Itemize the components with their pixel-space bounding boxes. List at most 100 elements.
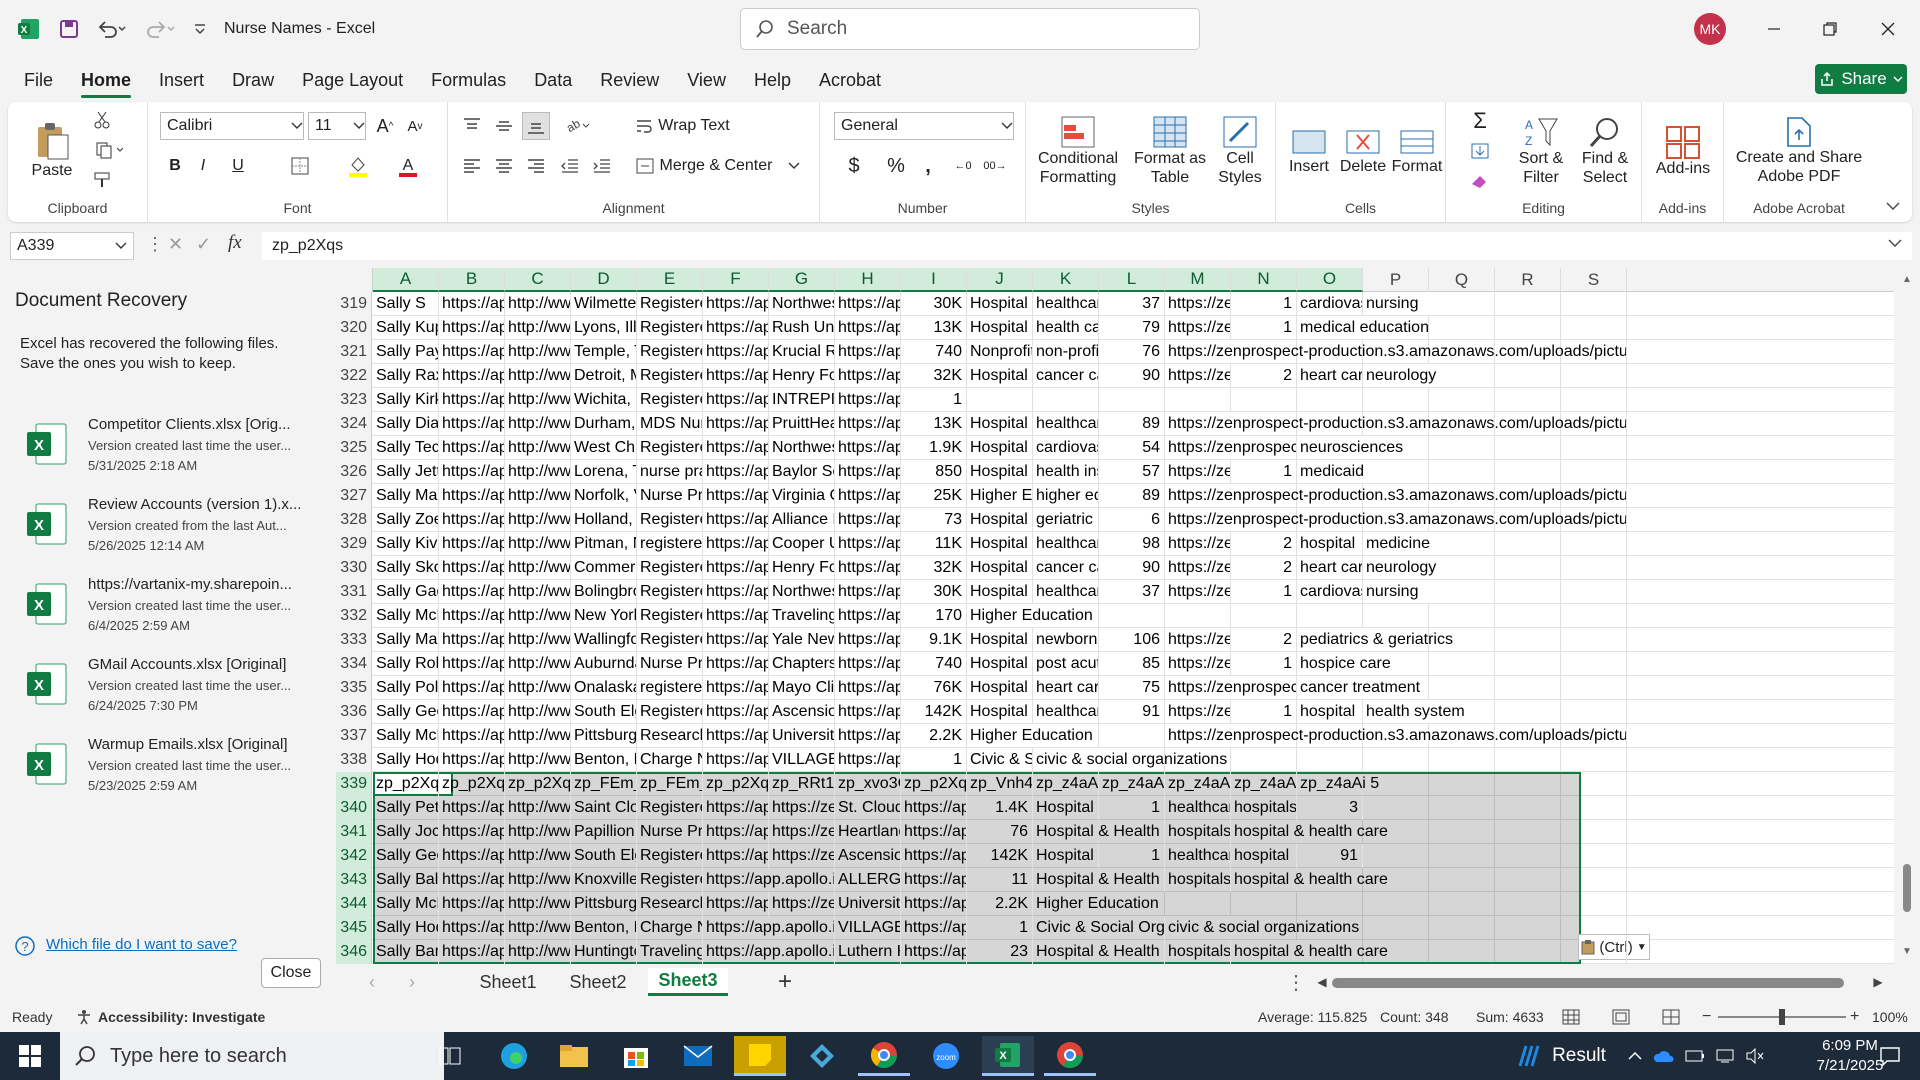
cell-h333[interactable]: https://ap	[835, 628, 901, 652]
cell-g321[interactable]: Krucial Ra	[769, 340, 835, 364]
cell-m330[interactable]: https://zer	[1165, 556, 1231, 580]
cell-h338[interactable]: https://ap	[835, 748, 901, 772]
cell-r323[interactable]	[1495, 388, 1561, 412]
cell-c332[interactable]: http://ww	[505, 604, 571, 628]
cell-a340[interactable]: Sally Petro	[373, 796, 439, 820]
cell-d328[interactable]: Holland, M	[571, 508, 637, 532]
cell-g328[interactable]: Alliance He	[769, 508, 835, 532]
mail-icon[interactable]	[672, 1036, 724, 1076]
cell-m340[interactable]: healthcare	[1165, 796, 1231, 820]
find-select-button[interactable]: Find & Select	[1572, 106, 1638, 196]
cell-e340[interactable]: Registered	[637, 796, 703, 820]
app-icon[interactable]	[796, 1036, 848, 1076]
cell-g336[interactable]: Ascension	[769, 700, 835, 724]
cell-p322[interactable]: neurology	[1363, 364, 1627, 388]
cell-f326[interactable]: https://ap	[703, 460, 769, 484]
cell-a332[interactable]: Sally McKi	[373, 604, 439, 628]
vertical-scrollbar[interactable]: ▲ ▼	[1894, 268, 1920, 964]
cell-g320[interactable]: Rush Unive	[769, 316, 835, 340]
cell-a329[interactable]: Sally Kivilis	[373, 532, 439, 556]
cell-a322[interactable]: Sally Raxte	[373, 364, 439, 388]
store-icon[interactable]	[610, 1036, 662, 1076]
cell-j320[interactable]: Hospital &	[967, 316, 1033, 340]
cell-d346[interactable]: Huntingtor	[571, 940, 637, 964]
row-number[interactable]: 324	[336, 412, 372, 436]
row-number[interactable]: 334	[336, 652, 372, 676]
cell-h320[interactable]: https://ap	[835, 316, 901, 340]
cell-a324[interactable]: Sally Diallo	[373, 412, 439, 436]
cell-f338[interactable]: https://ap	[703, 748, 769, 772]
cell-f335[interactable]: https://ap	[703, 676, 769, 700]
cell-j323[interactable]	[967, 388, 1033, 412]
accessibility-status[interactable]: Accessibility: Investigate	[76, 1002, 265, 1032]
cell-k340[interactable]: Hospital &	[1033, 796, 1099, 820]
cell-e332[interactable]: Registered	[637, 604, 703, 628]
sticky-notes-icon[interactable]	[734, 1036, 786, 1076]
file-explorer-icon[interactable]	[548, 1036, 600, 1076]
column-header-r[interactable]: R	[1495, 268, 1561, 292]
restore-icon[interactable]	[1808, 14, 1852, 44]
more-options-icon[interactable]: ⋮	[1286, 968, 1306, 996]
cell-a323[interactable]: Sally Kirk	[373, 388, 439, 412]
cell-m329[interactable]: https://zer	[1165, 532, 1231, 556]
cell-g337[interactable]: University	[769, 724, 835, 748]
cell-h328[interactable]: https://ap	[835, 508, 901, 532]
sheet-tab-sheet1[interactable]: Sheet1	[468, 968, 548, 996]
cell-g335[interactable]: Mayo Clini	[769, 676, 835, 700]
cell-e327[interactable]: Nurse Prac	[637, 484, 703, 508]
cell-e338[interactable]: Charge Nu	[637, 748, 703, 772]
cell-o323[interactable]	[1297, 388, 1363, 412]
cell-b342[interactable]: https://ap	[439, 844, 505, 868]
cell-c323[interactable]: http://ww	[505, 388, 571, 412]
cell-d345[interactable]: Benton, Lo	[571, 916, 637, 940]
cell-h323[interactable]: https://ap	[835, 388, 901, 412]
cell-l335[interactable]: 75	[1099, 676, 1165, 700]
cell-c329[interactable]: http://ww	[505, 532, 571, 556]
cell-j324[interactable]: Hospital &	[967, 412, 1033, 436]
cell-k323[interactable]	[1033, 388, 1099, 412]
cell-h331[interactable]: https://ap	[835, 580, 901, 604]
cell-o340[interactable]: 3	[1297, 796, 1363, 820]
battery-icon[interactable]	[1680, 1036, 1710, 1076]
cell-c331[interactable]: http://ww	[505, 580, 571, 604]
tab-home[interactable]: Home	[67, 60, 145, 100]
column-header-c[interactable]: C	[505, 268, 571, 292]
cell-d324[interactable]: Durham, N	[571, 412, 637, 436]
row-number[interactable]: 335	[336, 676, 372, 700]
cell-g340[interactable]: https://zer	[769, 796, 835, 820]
row-number[interactable]: 343	[336, 868, 372, 892]
column-header-i[interactable]: I	[901, 268, 967, 292]
cell-h330[interactable]: https://ap	[835, 556, 901, 580]
tab-data[interactable]: Data	[520, 60, 586, 100]
more-options-icon[interactable]: ⋮	[146, 234, 164, 255]
create-share-pdf-button[interactable]: Create and Share Adobe PDF	[1728, 106, 1870, 196]
cell-j346[interactable]: 23	[967, 940, 1033, 964]
align-bottom-icon[interactable]	[522, 112, 550, 140]
cell-d334[interactable]: Auburndal	[571, 652, 637, 676]
cell-m343[interactable]: hospitals &	[1165, 868, 1231, 892]
cell-j345[interactable]: 1	[967, 916, 1033, 940]
cell-o326[interactable]: medicaid	[1297, 460, 1627, 484]
cell-h326[interactable]: https://ap	[835, 460, 901, 484]
cell-i339[interactable]: zp_p2Xqs l	[901, 772, 967, 796]
column-header-n[interactable]: N	[1231, 268, 1297, 292]
cell-m327[interactable]: https://zenprospect-production.s3.amazon…	[1165, 484, 1627, 508]
cell-j339[interactable]: zp_Vnh4L	[967, 772, 1033, 796]
cell-k321[interactable]: non-profit	[1033, 340, 1099, 364]
cell-c319[interactable]: http://ww	[505, 292, 571, 316]
cell-b319[interactable]: https://ap	[439, 292, 505, 316]
enter-icon[interactable]: ✓	[196, 234, 211, 255]
which-file-link[interactable]: Which file do I want to save?	[46, 936, 237, 953]
cell-f320[interactable]: https://ap	[703, 316, 769, 340]
cell-f327[interactable]: https://ap	[703, 484, 769, 508]
cell-a335[interactable]: Sally Pollo	[373, 676, 439, 700]
cell-q323[interactable]	[1429, 388, 1495, 412]
cell-g326[interactable]: Baylor Sco	[769, 460, 835, 484]
previous-sheet-icon[interactable]: ‹	[362, 968, 382, 996]
cell-c325[interactable]: http://ww	[505, 436, 571, 460]
cell-d344[interactable]: Pittsburgh,	[571, 892, 637, 916]
column-header-d[interactable]: D	[571, 268, 637, 292]
cell-d330[interactable]: Commerce	[571, 556, 637, 580]
cell-k342[interactable]: Hospital &	[1033, 844, 1099, 868]
cell-f329[interactable]: https://ap	[703, 532, 769, 556]
